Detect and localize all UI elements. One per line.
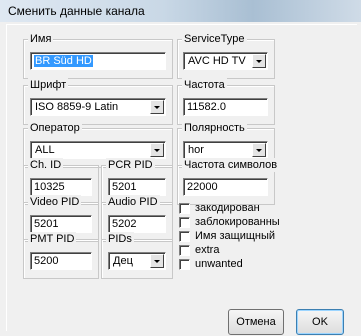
video-pid-label: Video PID bbox=[28, 195, 82, 209]
checkbox-box[interactable] bbox=[179, 259, 190, 270]
frequency-field[interactable]: 11582.0 bbox=[183, 98, 268, 116]
pids-value: Дец bbox=[113, 255, 133, 267]
pmt-pid-field[interactable]: 5200 bbox=[30, 252, 92, 270]
symbol-rate-label: Частота символов bbox=[182, 158, 280, 172]
checkbox-box[interactable] bbox=[179, 217, 190, 228]
pmt-pid-label: PMT PID bbox=[28, 232, 77, 246]
name-label: Имя bbox=[28, 32, 54, 46]
font-group: Шрифт ISO 8859-9 Latin bbox=[23, 78, 173, 125]
checkbox-box[interactable] bbox=[179, 245, 190, 256]
locked-label: заблокированны bbox=[195, 216, 280, 228]
title-bar[interactable]: Сменить данные канала bbox=[0, 0, 361, 22]
name-protected-label: Имя защищный bbox=[195, 230, 276, 242]
window-title: Сменить данные канала bbox=[8, 4, 145, 18]
service-type-group: ServiceType AVC HD TV bbox=[177, 32, 275, 79]
chevron-down-icon[interactable] bbox=[150, 100, 164, 114]
extra-label: extra bbox=[195, 244, 220, 256]
chevron-down-icon[interactable] bbox=[150, 143, 164, 157]
name-value: BR Süd HD bbox=[34, 55, 93, 67]
pcr-pid-label: PCR PID bbox=[106, 158, 155, 172]
operator-select[interactable]: ALL bbox=[30, 141, 166, 159]
name-field[interactable]: BR Süd HD bbox=[30, 52, 166, 70]
checkbox-box[interactable] bbox=[179, 231, 190, 242]
cancel-button[interactable]: Отмена bbox=[228, 309, 284, 335]
dialog-body: Имя BR Süd HD ServiceType AVC HD TV Шриф… bbox=[6, 24, 357, 335]
frequency-group: Частота 11582.0 bbox=[177, 78, 275, 125]
font-label: Шрифт bbox=[28, 78, 69, 92]
pcr-pid-field[interactable]: 5201 bbox=[108, 178, 166, 196]
edit-channel-dialog: Сменить данные канала Имя BR Süd HD Serv… bbox=[0, 0, 361, 336]
operator-label: Оператор bbox=[28, 121, 82, 135]
service-type-label: ServiceType bbox=[182, 32, 247, 46]
operator-value: ALL bbox=[35, 144, 55, 156]
service-type-select[interactable]: AVC HD TV bbox=[183, 52, 268, 70]
unwanted-label: unwanted bbox=[195, 258, 243, 270]
font-value: ISO 8859-9 Latin bbox=[35, 101, 119, 113]
audio-pid-field[interactable]: 5202 bbox=[108, 215, 166, 233]
video-pid-field[interactable]: 5201 bbox=[30, 215, 92, 233]
frequency-label: Частота bbox=[182, 78, 227, 92]
pmt-pid-group: PMT PID 5200 bbox=[23, 232, 99, 279]
name-group: Имя BR Süd HD bbox=[23, 32, 173, 79]
ok-button[interactable]: OK bbox=[296, 309, 344, 335]
font-select[interactable]: ISO 8859-9 Latin bbox=[30, 98, 166, 116]
ch-id-label: Ch. ID bbox=[28, 158, 64, 172]
pids-select[interactable]: Дец bbox=[108, 252, 166, 270]
checkbox-box[interactable] bbox=[179, 203, 190, 214]
chevron-down-icon[interactable] bbox=[252, 54, 266, 68]
encrypted-label: закодирован bbox=[195, 202, 260, 214]
service-type-value: AVC HD TV bbox=[188, 55, 246, 67]
pids-group: PIDs Дец bbox=[101, 232, 173, 279]
symbol-rate-group: Частота символов 22000 bbox=[177, 158, 280, 205]
audio-pid-label: Audio PID bbox=[106, 195, 160, 209]
ch-id-field[interactable]: 10325 bbox=[30, 178, 92, 196]
symbol-rate-field[interactable]: 22000 bbox=[183, 178, 268, 196]
chevron-down-icon[interactable] bbox=[150, 254, 164, 268]
pids-label: PIDs bbox=[106, 232, 134, 246]
polarity-label: Полярность bbox=[182, 121, 247, 135]
chevron-down-icon[interactable] bbox=[252, 143, 266, 157]
polarity-select[interactable]: hor bbox=[183, 141, 268, 159]
polarity-value: hor bbox=[188, 144, 204, 156]
